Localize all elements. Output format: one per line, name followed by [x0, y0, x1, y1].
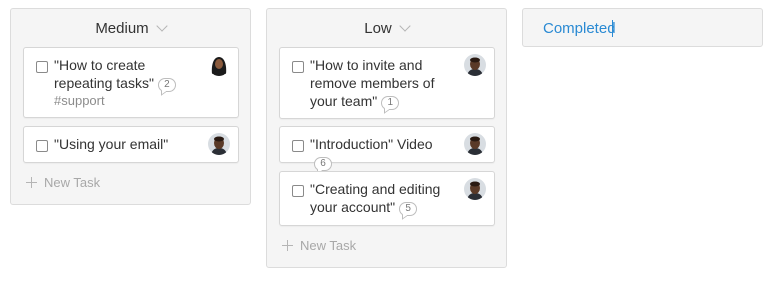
- task-text: "How to invite and remove members of you…: [310, 56, 450, 110]
- task-card[interactable]: "Introduction" Video 6: [279, 126, 495, 171]
- task-checkbox[interactable]: [292, 61, 304, 73]
- task-title: "How to invite and remove members of you…: [310, 57, 435, 109]
- new-task-label: New Task: [44, 175, 101, 190]
- task-text: "Creating and editing your account" 5: [310, 180, 450, 216]
- task-title: "Using your email": [54, 136, 169, 152]
- column-completed: [522, 8, 763, 47]
- new-task-label: New Task: [300, 238, 357, 253]
- column-title: Medium: [95, 19, 149, 37]
- man-avatar[interactable]: [208, 133, 230, 155]
- task-tag[interactable]: #support: [54, 92, 194, 110]
- chevron-down-icon[interactable]: [156, 19, 168, 32]
- woman-avatar[interactable]: [208, 54, 230, 76]
- column-header-medium[interactable]: Medium: [11, 9, 250, 47]
- column-medium: Medium "How to create repeating tasks" 2 …: [10, 8, 251, 205]
- column-title: Low: [364, 19, 392, 37]
- plus-icon: [26, 177, 37, 188]
- man-avatar[interactable]: [464, 178, 486, 200]
- comment-count-badge[interactable]: 6: [314, 157, 332, 171]
- task-checkbox[interactable]: [292, 140, 304, 152]
- chevron-down-icon[interactable]: [399, 19, 411, 32]
- man-avatar[interactable]: [464, 133, 486, 155]
- task-card[interactable]: "How to create repeating tasks" 2 #suppor…: [23, 47, 239, 118]
- man-avatar[interactable]: [464, 54, 486, 76]
- new-task-button[interactable]: New Task: [26, 175, 100, 190]
- new-task-button[interactable]: New Task: [282, 238, 356, 253]
- plus-icon: [282, 240, 293, 251]
- task-title: "How to create repeating tasks": [54, 57, 154, 91]
- text-caret: [612, 20, 613, 37]
- task-checkbox[interactable]: [36, 61, 48, 73]
- column-title-input[interactable]: [543, 18, 723, 38]
- task-title: "Introduction" Video: [310, 136, 433, 152]
- task-text: "Using your email": [54, 135, 194, 153]
- column-low: Low "How to invite and remove members of…: [266, 8, 507, 268]
- comment-count-badge[interactable]: 5: [399, 202, 418, 216]
- task-title: "Creating and editing your account": [310, 181, 441, 215]
- comment-count-badge[interactable]: 2: [157, 78, 176, 92]
- comment-count-badge[interactable]: 1: [381, 96, 400, 110]
- task-text: "Introduction" Video 6: [310, 135, 450, 171]
- task-text: "How to create repeating tasks" 2 #suppor…: [54, 56, 194, 110]
- task-card[interactable]: "Creating and editing your account" 5: [279, 171, 495, 226]
- task-checkbox[interactable]: [292, 185, 304, 197]
- task-card[interactable]: "Using your email": [23, 126, 239, 163]
- task-card[interactable]: "How to invite and remove members of you…: [279, 47, 495, 119]
- column-header-low[interactable]: Low: [267, 9, 506, 47]
- task-checkbox[interactable]: [36, 140, 48, 152]
